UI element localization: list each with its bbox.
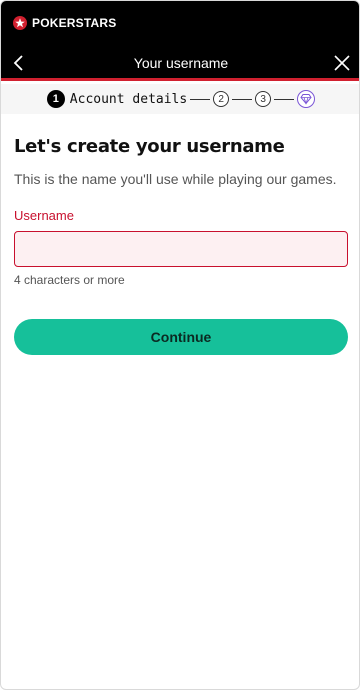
pokerstars-logo-icon: [13, 16, 27, 30]
username-label: Username: [14, 208, 74, 223]
step-2-indicator: 2: [213, 91, 230, 107]
step-1-indicator: 1: [46, 90, 65, 108]
username-input[interactable]: [14, 231, 348, 267]
form-subtext: This is the name you'll use while playin…: [14, 171, 337, 187]
step-3-indicator: 3: [255, 91, 272, 107]
progress-stepper: 1 Account details 2 3: [1, 84, 359, 114]
step-final-indicator: [297, 90, 316, 108]
diamond-icon: [300, 94, 312, 105]
username-hint: 4 characters or more: [14, 273, 125, 287]
close-icon[interactable]: [333, 54, 351, 72]
continue-button[interactable]: Continue: [14, 319, 348, 355]
app-frame: POKERSTARS Your username 1 Account detai…: [0, 0, 360, 690]
step-connector: [190, 98, 211, 100]
brand-header: POKERSTARS: [1, 1, 359, 45]
username-form: Let's create your username This is the n…: [14, 136, 348, 287]
brand-name: POKERSTARS: [32, 16, 117, 30]
top-navbar: Your username: [1, 45, 359, 81]
page-title: Your username: [133, 55, 229, 71]
step-connector: [232, 98, 253, 100]
form-heading: Let's create your username: [14, 136, 285, 157]
step-connector: [274, 98, 295, 100]
step-1-label: Account details: [69, 91, 188, 107]
